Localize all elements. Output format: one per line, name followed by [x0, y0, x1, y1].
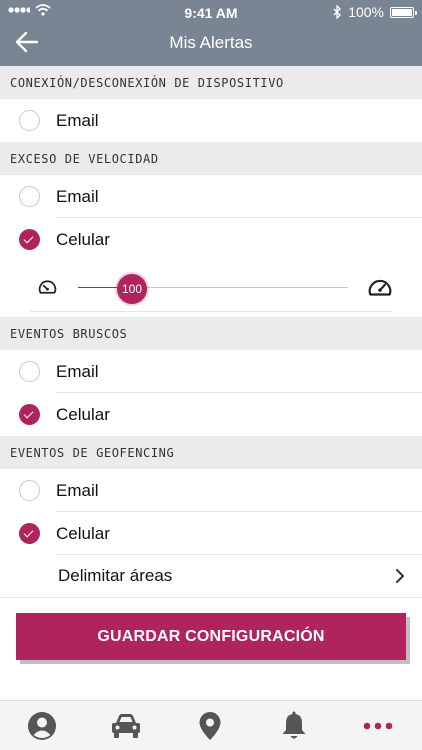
section-header-geofencing: EVENTOS DE GEOFENCING: [0, 436, 422, 469]
option-row-geofencing-email[interactable]: Email: [0, 469, 422, 512]
option-row-harsh-email[interactable]: Email: [0, 350, 422, 393]
delimit-areas-link[interactable]: Delimitar áreas: [0, 555, 422, 598]
connection-email-checkbox[interactable]: [19, 110, 40, 131]
option-label: Email: [56, 480, 99, 500]
bell-icon: [282, 711, 306, 739]
row-divider: [0, 597, 422, 598]
option-label: Celular: [56, 404, 110, 424]
bluetooth-icon: [333, 5, 342, 19]
delimit-areas-label: Delimitar áreas: [58, 566, 173, 585]
car-icon: [112, 714, 140, 738]
more-dots-icon: [363, 722, 393, 730]
save-configuration-button[interactable]: GUARDAR CONFIGURACIÓN: [16, 613, 406, 660]
option-label: Email: [56, 110, 99, 130]
speed-slider-thumb[interactable]: 100: [117, 274, 147, 304]
option-label: Celular: [56, 523, 110, 543]
geofencing-email-checkbox[interactable]: [19, 480, 40, 501]
page-title: Mis Alertas: [169, 33, 253, 52]
app-header: 9:41 AM 100% Mis Alertas: [0, 0, 422, 66]
section-header-harsh: EVENTOS BRUSCOS: [0, 317, 422, 350]
harsh-email-checkbox[interactable]: [19, 361, 40, 382]
tab-profile[interactable]: [26, 710, 58, 742]
speed-email-checkbox[interactable]: [19, 186, 40, 207]
tab-alerts[interactable]: [278, 710, 310, 742]
speedometer-high-icon: [368, 279, 392, 296]
battery-percent: 100%: [348, 4, 384, 20]
tab-more[interactable]: [362, 710, 394, 742]
tab-vehicles[interactable]: [110, 710, 142, 742]
location-pin-icon: [199, 712, 221, 740]
row-divider: [30, 311, 392, 312]
option-label: Celular: [56, 229, 110, 249]
bottom-tab-bar: [0, 700, 422, 750]
chevron-right-icon: [396, 569, 404, 583]
option-row-harsh-celular[interactable]: Celular: [0, 393, 422, 436]
option-row-speed-celular[interactable]: Celular: [0, 218, 422, 261]
section-header-speed: EXCESO DE VELOCIDAD: [0, 142, 422, 175]
option-row-speed-email[interactable]: Email: [0, 175, 422, 218]
geofencing-celular-checkbox[interactable]: [19, 523, 40, 544]
speedometer-low-icon: [38, 280, 57, 294]
option-row-connection-email[interactable]: Email: [0, 99, 422, 142]
tab-location[interactable]: [194, 710, 226, 742]
section-header-connection: CONEXIÓN/DESCONEXIÓN DE DISPOSITIVO: [0, 66, 422, 99]
user-icon: [28, 712, 56, 740]
speed-slider-row: 100: [0, 262, 422, 312]
harsh-celular-checkbox[interactable]: [19, 404, 40, 425]
option-row-geofencing-celular[interactable]: Celular: [0, 512, 422, 555]
status-bar: 9:41 AM 100%: [0, 0, 422, 24]
battery-icon: [390, 6, 417, 18]
option-label: Email: [56, 361, 99, 381]
speed-celular-checkbox[interactable]: [19, 229, 40, 250]
status-right: 100%: [333, 4, 417, 20]
option-label: Email: [56, 186, 99, 206]
